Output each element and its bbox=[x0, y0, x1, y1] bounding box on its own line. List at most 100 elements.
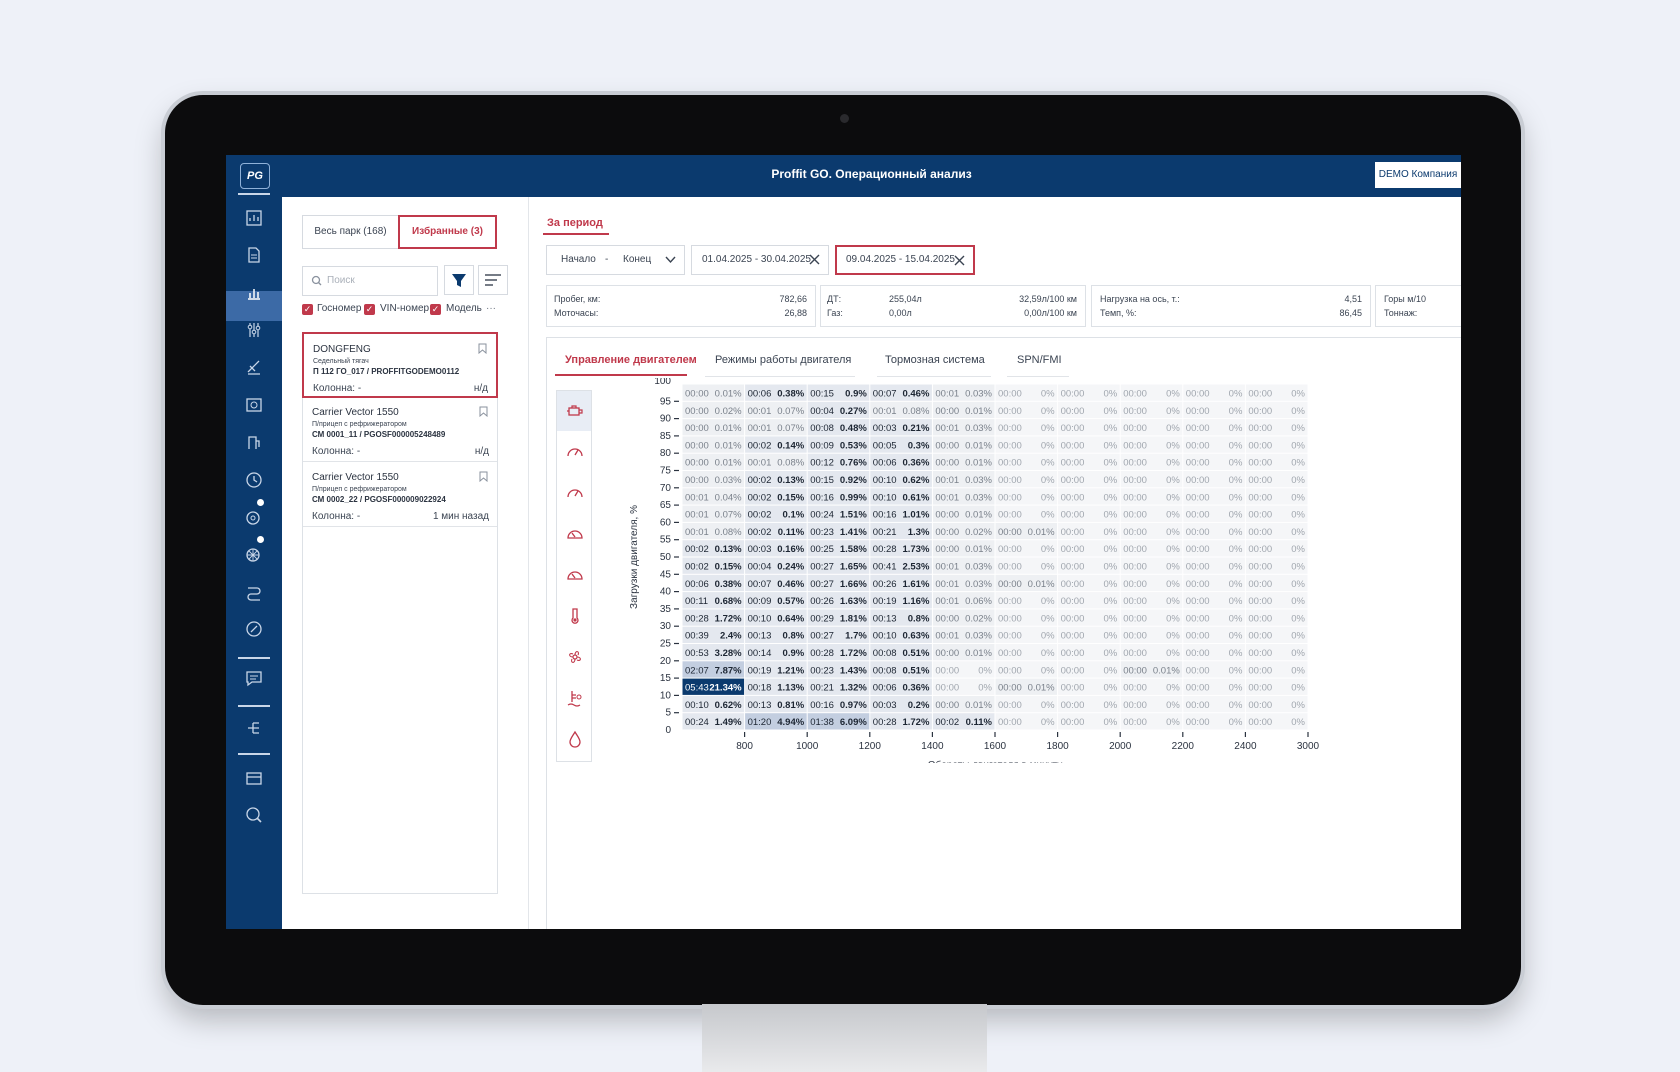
tab-engine-control[interactable]: Управление двигателем bbox=[565, 354, 697, 366]
y-tick-label: 60 bbox=[660, 517, 672, 528]
heatmap-cell-percent: 7.87% bbox=[715, 665, 742, 676]
heatmap-cell-percent: 0% bbox=[1291, 648, 1305, 659]
support-icon[interactable] bbox=[245, 806, 263, 824]
y-tick-label: 85 bbox=[660, 431, 672, 442]
app-logo[interactable]: PG bbox=[240, 163, 270, 189]
heatmap-cell-time: 00:00 bbox=[935, 683, 959, 694]
heatmap-cell-percent: 0.21% bbox=[902, 423, 929, 434]
link-icon[interactable] bbox=[245, 620, 263, 638]
heatmap-cell-percent: 0% bbox=[1229, 527, 1243, 538]
tire-icon[interactable] bbox=[245, 508, 263, 526]
thermometer-view-button[interactable] bbox=[557, 596, 591, 636]
bookmark-icon[interactable] bbox=[479, 406, 488, 417]
heatmap-cell-time: 00:00 bbox=[1248, 613, 1272, 624]
coolant-icon bbox=[567, 691, 582, 707]
period-dropdown[interactable]: Начало - Конец bbox=[546, 245, 685, 275]
hierarchy-icon[interactable] bbox=[245, 719, 263, 737]
heatmap-cell-percent: 1.58% bbox=[840, 544, 867, 555]
document-icon[interactable] bbox=[245, 246, 263, 264]
vehicle-number: СМ 0001_11 / PGOSF000005248489 bbox=[312, 430, 446, 439]
heatmap-cell-percent: 0.1% bbox=[783, 510, 805, 521]
speedometer-view-button[interactable] bbox=[557, 473, 591, 513]
oil-view-button[interactable] bbox=[557, 719, 591, 759]
tab-all-fleet[interactable]: Весь парк (168) bbox=[302, 215, 399, 249]
search-input[interactable]: Поиск bbox=[302, 266, 438, 296]
coolant-view-button[interactable] bbox=[557, 678, 591, 718]
heatmap-cell-time: 00:28 bbox=[873, 544, 897, 555]
heatmap-cell-percent: 0% bbox=[1166, 613, 1180, 624]
chat-icon[interactable] bbox=[245, 669, 263, 687]
vehicle-card[interactable]: DONGFENG Седельный тягач П 112 ГО_017 / … bbox=[302, 332, 498, 398]
card-icon[interactable] bbox=[245, 769, 263, 787]
heatmap-cell-percent: 0% bbox=[1103, 406, 1117, 417]
heatmap-cell-percent: 0.01% bbox=[965, 648, 992, 659]
date-range-chip-active[interactable]: 09.04.2025 - 15.04.2025 bbox=[835, 245, 975, 275]
gauge-view-button[interactable] bbox=[557, 514, 591, 554]
heatmap-cell-percent: 2.4% bbox=[720, 631, 742, 642]
y-tick-label: 0 bbox=[665, 725, 671, 736]
satellite-icon[interactable] bbox=[245, 358, 263, 376]
fuel-icon[interactable] bbox=[245, 433, 263, 451]
tab-brake-system[interactable]: Тормозная система bbox=[885, 354, 985, 366]
heatmap-cell-time: 00:08 bbox=[810, 423, 834, 434]
heatmap-cell-percent: 0.08% bbox=[777, 458, 804, 469]
heatmap-cell-percent: 1.49% bbox=[715, 717, 742, 728]
period-underline bbox=[543, 233, 609, 235]
clock-icon[interactable] bbox=[245, 471, 263, 489]
bookmark-icon[interactable] bbox=[478, 343, 487, 354]
heatmap-cell-percent: 0% bbox=[1229, 440, 1243, 451]
bookmark-icon[interactable] bbox=[479, 471, 488, 482]
checkbox-vin[interactable]: ✓ bbox=[364, 304, 375, 315]
date-range-chip[interactable]: 01.04.2025 - 30.04.2025 bbox=[691, 245, 829, 275]
heatmap-cell-time: 00:13 bbox=[748, 631, 772, 642]
fan-view-button[interactable] bbox=[557, 637, 591, 677]
heatmap-cell-percent: 0% bbox=[1041, 562, 1055, 573]
notification-badge bbox=[257, 536, 264, 543]
heatmap-cell-time: 00:01 bbox=[685, 527, 709, 538]
checkbox-model[interactable]: ✓ bbox=[430, 304, 441, 315]
heatmap-cell-time: 00:00 bbox=[1186, 683, 1210, 694]
heatmap-cell-percent: 0% bbox=[1291, 717, 1305, 728]
heatmap-cell-time: 00:29 bbox=[810, 613, 834, 624]
company-selector-button[interactable]: DEMO Компания bbox=[1375, 162, 1461, 188]
engine-view-button[interactable] bbox=[557, 391, 591, 431]
heatmap-cell-percent: 0% bbox=[1229, 683, 1243, 694]
close-icon[interactable] bbox=[954, 255, 965, 266]
speedometer-view-button[interactable] bbox=[557, 432, 591, 472]
vehicle-card[interactable]: Carrier Vector 1550 П/прицеп с рефрижера… bbox=[303, 397, 497, 462]
heatmap-cell-time: 00:00 bbox=[998, 389, 1022, 400]
reports-icon[interactable] bbox=[245, 396, 263, 414]
heatmap-cell-percent: 0.01% bbox=[1028, 527, 1055, 538]
thermometer-icon bbox=[571, 608, 579, 624]
vehicle-number: СМ 0002_22 / PGOSF000009022924 bbox=[312, 495, 446, 504]
stat-label: Нагрузка на ось, т.: bbox=[1100, 294, 1180, 304]
gauge-view-button[interactable] bbox=[557, 555, 591, 595]
filter-button[interactable] bbox=[444, 265, 474, 295]
heatmap-cell-time: 00:01 bbox=[935, 492, 959, 503]
analytics-icon[interactable] bbox=[245, 284, 263, 302]
more-options-button[interactable]: ··· bbox=[486, 303, 496, 314]
dashboard-icon[interactable] bbox=[245, 209, 263, 227]
heatmap-cell-time: 00:01 bbox=[935, 562, 959, 573]
vehicle-card[interactable]: Carrier Vector 1550 П/прицеп с рефрижера… bbox=[303, 462, 497, 527]
y-tick-label: 45 bbox=[660, 569, 672, 580]
tab-favorites[interactable]: Избранные (3) bbox=[398, 215, 497, 249]
route-icon[interactable] bbox=[245, 583, 263, 601]
heatmap-cell-time: 00:06 bbox=[685, 579, 709, 590]
settings-sliders-icon[interactable] bbox=[245, 321, 263, 339]
heatmap-cell-time: 00:16 bbox=[810, 700, 834, 711]
heatmap-cell-time: 00:25 bbox=[810, 544, 834, 555]
heatmap-cell-time: 00:00 bbox=[1248, 440, 1272, 451]
period-label[interactable]: За период bbox=[547, 217, 603, 229]
heatmap-cell-percent: 0% bbox=[1041, 544, 1055, 555]
close-icon[interactable] bbox=[809, 254, 820, 265]
checkbox-plate[interactable]: ✓ bbox=[302, 304, 313, 315]
heatmap-cell-percent: 0% bbox=[1291, 406, 1305, 417]
wheel-icon[interactable] bbox=[245, 545, 263, 563]
sort-button[interactable] bbox=[478, 265, 508, 295]
heatmap-cell-percent: 0.07% bbox=[777, 406, 804, 417]
tab-spn-fmi[interactable]: SPN/FMI bbox=[1017, 354, 1062, 366]
heatmap-cell-percent: 0% bbox=[1229, 423, 1243, 434]
stat-label: Горы м/10 bbox=[1384, 294, 1426, 304]
tab-engine-modes[interactable]: Режимы работы двигателя bbox=[715, 354, 851, 366]
